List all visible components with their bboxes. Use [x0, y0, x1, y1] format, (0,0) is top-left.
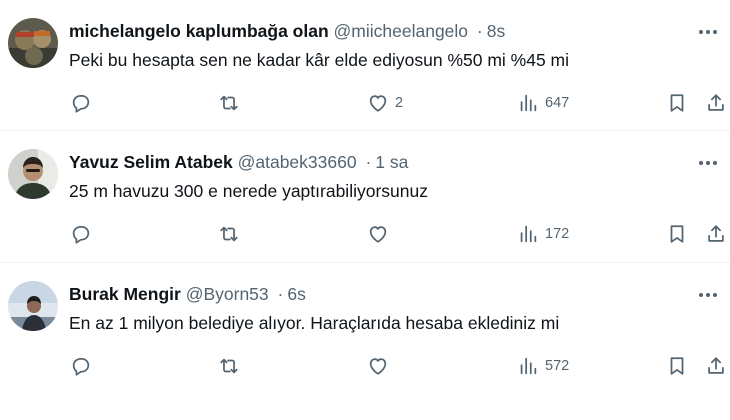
views-icon	[520, 357, 537, 375]
reply-button[interactable]	[70, 351, 92, 381]
reply-button[interactable]	[70, 219, 92, 249]
display-name[interactable]: Burak Mengir	[69, 284, 181, 304]
views-button[interactable]: 572	[517, 351, 569, 381]
bookmark-icon	[670, 94, 684, 112]
action-bar: 172	[0, 219, 730, 249]
retweet-button[interactable]	[218, 219, 240, 249]
share-icon	[708, 225, 724, 242]
retweet-button[interactable]	[218, 351, 240, 381]
more-icon[interactable]	[692, 20, 724, 44]
views-button[interactable]: 647	[517, 88, 569, 118]
avatar[interactable]	[8, 18, 58, 68]
view-count: 572	[545, 358, 570, 374]
view-count: 647	[545, 95, 570, 111]
separator-dot: ·	[277, 284, 284, 304]
heart-icon	[369, 95, 387, 112]
reply-icon	[72, 357, 90, 376]
bookmark-icon	[670, 225, 684, 243]
timestamp[interactable]: 1 sa	[375, 152, 408, 172]
heart-icon	[369, 226, 387, 243]
bookmark-icon	[670, 357, 684, 375]
bookmark-button[interactable]	[666, 351, 688, 381]
tweet[interactable]: michelangelo kaplumbağa olan @miicheelan…	[0, 0, 730, 131]
user-handle[interactable]: @Byorn53	[186, 284, 269, 304]
tweet-header: Yavuz Selim Atabek @atabek33660 · 1 sa	[69, 150, 408, 174]
like-count: 2	[395, 95, 404, 111]
heart-icon	[369, 358, 387, 375]
reply-icon	[72, 94, 90, 113]
timestamp[interactable]: 6s	[287, 284, 305, 304]
share-button[interactable]	[705, 219, 727, 249]
tweet[interactable]: Burak Mengir @Byorn53 · 6s En az 1 milyon…	[0, 263, 730, 420]
display-name[interactable]: Yavuz Selim Atabek	[69, 152, 233, 172]
views-icon	[520, 94, 537, 112]
separator-dot: ·	[476, 21, 483, 41]
tweet-header: michelangelo kaplumbağa olan @miicheelan…	[69, 19, 505, 43]
retweet-icon	[220, 95, 238, 111]
action-bar: 572	[0, 351, 730, 381]
user-handle[interactable]: @miicheelangelo	[334, 21, 469, 41]
avatar[interactable]	[8, 281, 58, 331]
tweet-text: Peki bu hesapta sen ne kadar kâr elde ed…	[69, 50, 570, 70]
share-button[interactable]	[705, 88, 727, 118]
tweet-text: 25 m havuzu 300 e nerede yaptırabiliyors…	[69, 181, 428, 201]
bookmark-button[interactable]	[666, 88, 688, 118]
action-bar: 2 647	[0, 88, 730, 118]
retweet-icon	[220, 358, 238, 374]
reply-button[interactable]	[70, 88, 92, 118]
like-button[interactable]: 2	[367, 88, 403, 118]
like-button[interactable]	[367, 351, 395, 381]
user-handle[interactable]: @atabek33660	[238, 152, 357, 172]
share-button[interactable]	[705, 351, 727, 381]
separator-dot: ·	[365, 152, 372, 172]
more-icon[interactable]	[692, 283, 724, 307]
reply-icon	[72, 225, 90, 244]
views-icon	[520, 225, 537, 243]
retweet-button[interactable]	[218, 88, 240, 118]
bookmark-button[interactable]	[666, 219, 688, 249]
display-name[interactable]: michelangelo kaplumbağa olan	[69, 21, 329, 41]
like-button[interactable]	[367, 219, 395, 249]
share-icon	[708, 357, 724, 374]
avatar[interactable]	[8, 149, 58, 199]
view-count: 172	[545, 226, 570, 242]
timestamp[interactable]: 8s	[487, 21, 505, 41]
share-icon	[708, 94, 724, 111]
tweet-text: En az 1 milyon belediye alıyor. Haraçlar…	[69, 313, 560, 333]
views-button[interactable]: 172	[517, 219, 569, 249]
retweet-icon	[220, 226, 238, 242]
tweet-header: Burak Mengir @Byorn53 · 6s	[69, 282, 306, 306]
tweet[interactable]: Yavuz Selim Atabek @atabek33660 · 1 sa 25…	[0, 131, 730, 263]
more-icon[interactable]	[692, 151, 724, 175]
